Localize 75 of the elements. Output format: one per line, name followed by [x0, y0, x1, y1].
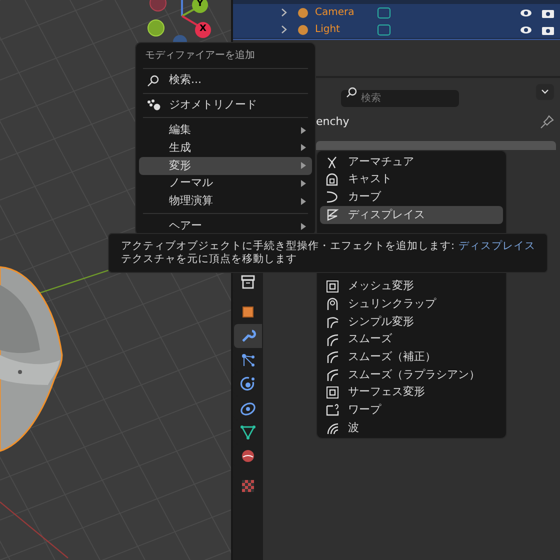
menu-item[interactable]: 変形: [139, 156, 312, 175]
object-name: Camera: [315, 6, 356, 20]
bent-strip-icon: [326, 314, 340, 329]
camera-icon: [542, 8, 554, 18]
object-name: Light: [315, 23, 341, 37]
object-name-label: enchy: [316, 114, 350, 130]
gizmo-x-axis[interactable]: X: [195, 22, 211, 38]
menu-item[interactable]: シンプル変形: [320, 313, 503, 331]
submenu-arrow-icon: [301, 222, 306, 230]
triangle-mesh-icon: [240, 424, 256, 440]
menu-item[interactable]: キャスト: [320, 170, 503, 188]
search-icon: [346, 86, 357, 98]
pin-icon: [540, 115, 554, 129]
menu-title: モディファイアーを追加: [144, 48, 256, 64]
gizmo-circle-icon: [147, 19, 165, 37]
curve-icon: [326, 190, 340, 204]
slanted-plane-icon: [326, 208, 340, 222]
menu-item[interactable]: 検索...: [139, 72, 312, 90]
menu-item[interactable]: ディスプレイス: [320, 206, 503, 224]
tooltip-detail: テクスチャを元に頂点を移動します: [121, 253, 298, 266]
gizmo-y-axis[interactable]: Y: [192, 0, 208, 13]
menu-item[interactable]: カーブ: [320, 188, 503, 206]
archive-icon: [240, 274, 256, 290]
arc-icon: [326, 368, 340, 382]
object-icon: [297, 6, 309, 18]
menu-item[interactable]: ジオメトリノード: [139, 96, 312, 114]
chevron-down-icon: [541, 89, 549, 95]
menu-item[interactable]: 編集: [139, 121, 312, 140]
menu-item[interactable]: スムーズ（ラプラシアン）: [320, 366, 503, 384]
object-square-icon: [240, 304, 256, 320]
menu-item[interactable]: サーフェス変形: [320, 384, 503, 402]
menu-item[interactable]: シュリンクラップ: [320, 295, 503, 314]
submenu-arrow-icon: [301, 162, 306, 170]
tooltip-highlight: ディスプレイス: [458, 240, 536, 253]
menu-item[interactable]: スムーズ（補正）: [320, 348, 503, 366]
dropdown-button[interactable]: [536, 84, 554, 100]
arc-icon: [326, 350, 340, 364]
submenu-arrow-icon: [301, 126, 306, 134]
submenu-arrow-icon: [301, 180, 306, 188]
object-icon: [297, 24, 309, 36]
search-icon: [147, 74, 159, 87]
eye-icon: [520, 8, 532, 18]
dots-icon: [147, 99, 161, 112]
eye-icon: [520, 24, 532, 34]
outliner-row[interactable]: Light: [233, 21, 560, 38]
checker-icon: [240, 478, 256, 494]
menu-item[interactable]: ワープ: [320, 402, 503, 420]
wrench-icon: [240, 328, 256, 344]
menu-item[interactable]: ノーマル: [139, 174, 312, 192]
menu-item[interactable]: 波: [320, 419, 503, 437]
axis-line: [0, 500, 70, 560]
submenu-arrow-icon: [301, 198, 306, 205]
arc-icon: [326, 332, 340, 347]
menu-item[interactable]: 物理演算: [139, 192, 312, 210]
camera-icon: [542, 24, 554, 34]
outliner-row[interactable]: Camera: [233, 4, 560, 21]
wave-arcs-icon: [326, 421, 340, 436]
data-icon: [377, 6, 391, 18]
menu-item[interactable]: アーマチュア: [320, 153, 503, 171]
arch-icon: [326, 297, 340, 312]
warp-square-icon: [326, 403, 340, 418]
orbit-icon: [240, 376, 256, 392]
framed-square-icon: [326, 386, 340, 400]
search-field[interactable]: 検索: [341, 90, 459, 106]
framed-square-icon: [326, 280, 340, 294]
menu-item[interactable]: ヘアー: [139, 217, 312, 235]
data-icon: [377, 24, 391, 36]
particles-icon: [240, 352, 256, 368]
menu-item[interactable]: スムーズ: [320, 330, 503, 348]
tooltip-text: アクティブオブジェクトに手続き型操作・エフェクトを追加します:: [121, 240, 455, 253]
ring-icon: [240, 400, 256, 416]
submenu-arrow-icon: [301, 144, 306, 152]
menu-item[interactable]: 生成: [139, 139, 312, 157]
sphere-icon: [240, 448, 256, 464]
menu-item[interactable]: メッシュ変形: [320, 278, 503, 296]
